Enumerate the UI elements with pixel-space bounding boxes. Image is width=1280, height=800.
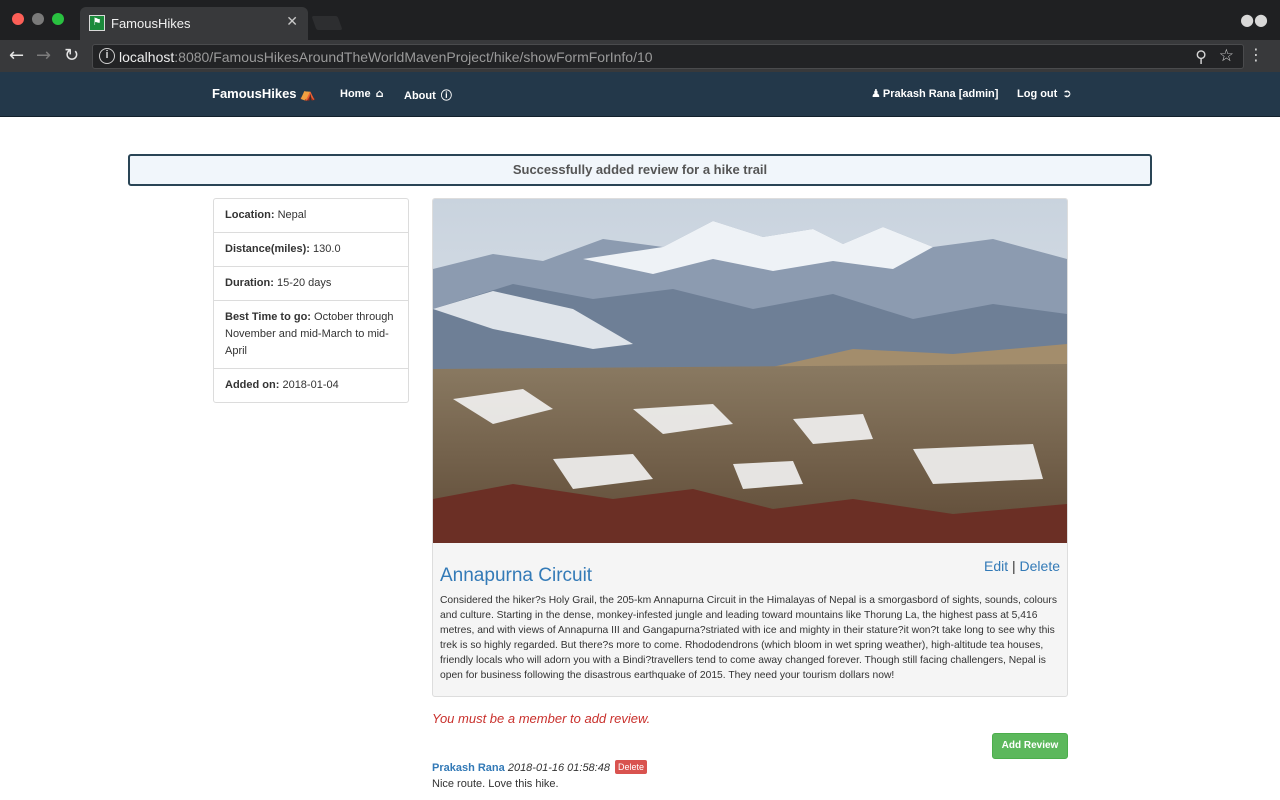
hike-card: Edit | Delete Annapurna Circuit Consider… xyxy=(432,198,1068,697)
bookmark-star-icon[interactable]: ☆ xyxy=(1219,46,1234,66)
review-date: 2018-01-16 01:58:48 xyxy=(507,762,610,774)
success-alert: Successfully added review for a hike tra… xyxy=(128,154,1152,186)
separator: | xyxy=(1012,558,1016,574)
review-item: Prakash Rana 2018-01-16 01:58:48 Delete … xyxy=(432,760,1072,790)
hiker-favicon-icon: ⚑ xyxy=(89,15,105,31)
new-tab-button[interactable] xyxy=(311,16,343,30)
hike-description: Considered the hiker?s Holy Grail, the 2… xyxy=(440,595,1057,681)
browser-toolbar: ← → ↻ i localhost:8080/FamousHikesAround… xyxy=(0,40,1280,72)
incognito-icon: ●● xyxy=(1240,10,1268,29)
hike-photo xyxy=(433,199,1067,543)
detail-added-on: Added on: 2018-01-04 xyxy=(225,379,339,391)
minimize-window-button[interactable] xyxy=(32,13,44,25)
zoom-icon[interactable]: ⚲ xyxy=(1195,47,1207,66)
detail-location: Location: Nepal xyxy=(214,199,408,233)
logout-icon: ➲ xyxy=(1062,87,1072,100)
nav-logout-link[interactable]: Log out ➲ xyxy=(1017,87,1072,100)
nav-home-link[interactable]: Home ⌂ xyxy=(340,87,384,100)
edit-delete-links: Edit | Delete xyxy=(984,558,1060,574)
browser-tab-strip: ⚑ FamousHikes ✕ ●● xyxy=(0,0,1280,40)
maximize-window-button[interactable] xyxy=(52,13,64,25)
delete-review-button[interactable]: Delete xyxy=(615,760,648,774)
nav-user-link[interactable]: ♟ Prakash Rana [admin] xyxy=(871,87,998,100)
user-icon: ♟ xyxy=(871,87,881,100)
browser-menu-icon[interactable]: ⋮ xyxy=(1248,46,1264,64)
back-arrow-icon[interactable]: ← xyxy=(9,45,24,67)
site-navbar: FamousHikes ⛺ Home ⌂ About ⓘ ♟ Prakash Ran… xyxy=(0,72,1280,117)
hike-details-list: Location: Nepal Distance(miles): 130.0 D… xyxy=(213,198,409,403)
member-required-message: You must be a member to add review. xyxy=(432,711,651,726)
close-window-button[interactable] xyxy=(12,13,24,25)
delete-hike-link[interactable]: Delete xyxy=(1020,558,1060,574)
detail-best-time: Best Time to go: October through Novembe… xyxy=(214,301,408,369)
review-text: Nice route. Love this hike. xyxy=(432,778,559,790)
detail-distance: Distance(miles): 130.0 xyxy=(214,233,408,267)
home-icon: ⌂ xyxy=(375,87,384,100)
url-text[interactable]: localhost:8080/FamousHikesAroundTheWorld… xyxy=(119,49,653,65)
brand-link[interactable]: FamousHikes ⛺ xyxy=(212,86,316,102)
hike-title: Annapurna Circuit xyxy=(440,565,593,586)
add-review-button[interactable]: Add Review xyxy=(992,733,1068,759)
detail-duration: Duration: 15-20 days xyxy=(214,267,408,301)
tent-icon: ⛺ xyxy=(299,87,316,102)
browser-tab[interactable]: ⚑ FamousHikes ✕ xyxy=(80,7,308,40)
forward-arrow-icon[interactable]: → xyxy=(36,45,51,67)
address-bar[interactable]: i localhost:8080/FamousHikesAroundTheWor… xyxy=(92,44,1244,69)
review-header: Prakash Rana 2018-01-16 01:58:48 Delete xyxy=(432,760,1072,774)
nav-about-link[interactable]: About ⓘ xyxy=(404,87,452,103)
tab-close-icon[interactable]: ✕ xyxy=(286,14,298,30)
info-circle-icon: ⓘ xyxy=(440,89,452,102)
reviewer-name[interactable]: Prakash Rana xyxy=(432,762,505,774)
reload-icon[interactable]: ↻ xyxy=(64,45,79,67)
edit-link[interactable]: Edit xyxy=(984,558,1008,574)
site-info-icon[interactable]: i xyxy=(99,48,115,64)
tab-title: FamousHikes xyxy=(111,16,191,31)
